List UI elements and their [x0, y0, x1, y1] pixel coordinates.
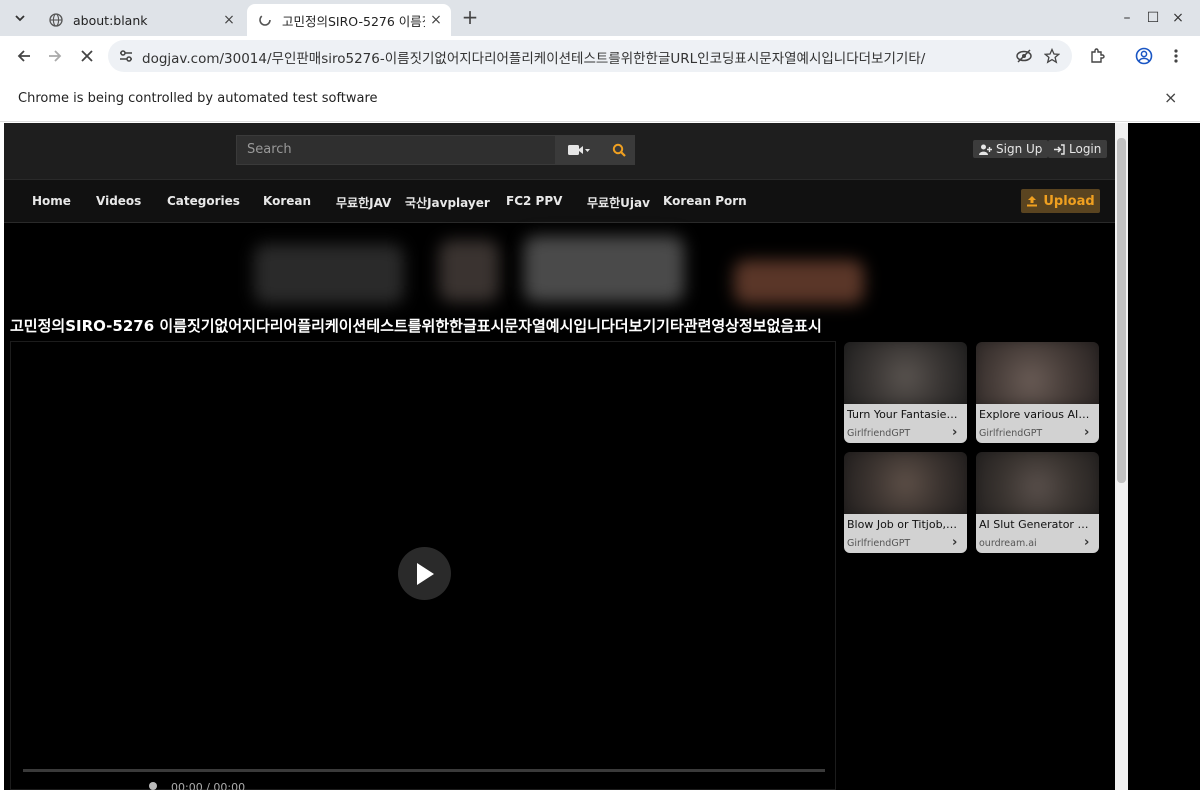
puzzle-icon — [1091, 48, 1105, 63]
eye-off-icon[interactable] — [1014, 46, 1034, 66]
nav-jav[interactable]: 무료한JAV — [336, 194, 391, 211]
ad-thumbnail — [844, 452, 967, 520]
upload-label: Upload — [1043, 193, 1095, 209]
ad-banner[interactable] — [234, 226, 884, 312]
loading-icon — [257, 12, 273, 28]
chevron-right-icon: › — [1084, 535, 1090, 550]
ad-title: AI Slut Generator - ... — [979, 518, 1091, 531]
progress-bar[interactable] — [23, 769, 825, 772]
close-icon — [81, 50, 93, 62]
chevron-right-icon: › — [1084, 425, 1090, 440]
automation-message: Chrome is being controlled by automated … — [18, 91, 378, 106]
minimize-button[interactable]: – — [1117, 8, 1137, 28]
tab-title: 고민정의SIRO-5276 이름짓기없어지다리 — [282, 13, 425, 29]
arrow-right-icon — [49, 50, 62, 62]
ad-title: Explore various AI ... — [979, 408, 1091, 421]
ad-card[interactable]: AI Slut Generator - ... ourdream.ai › — [976, 452, 1099, 553]
address-bar[interactable]: dogjav.com/30014/무인판매siro5276-이름짓기없어지다리어… — [108, 40, 1072, 72]
chevron-right-icon: › — [952, 535, 958, 550]
tab-strip: about:blank × 고민정의SIRO-5276 이름짓기없어지다리 × … — [0, 0, 1200, 36]
ad-thumbnail — [976, 452, 1099, 520]
sign-in-icon — [1054, 143, 1065, 155]
nav-javplayer[interactable]: 국산Javplayer — [405, 194, 490, 211]
maximize-button[interactable]: ☐ — [1143, 8, 1163, 28]
site-settings-icon[interactable] — [118, 48, 134, 64]
nav-fc2-ppv[interactable]: FC2 PPV — [506, 194, 562, 208]
user-plus-icon — [979, 144, 992, 155]
ad-card[interactable]: Turn Your Fantasies... GirlfriendGPT › — [844, 342, 967, 443]
tab-about-blank[interactable]: about:blank × — [38, 4, 244, 36]
search-input[interactable]: Search — [236, 135, 556, 165]
infobar-close-button[interactable]: × — [1164, 88, 1177, 107]
nav-home[interactable]: Home — [32, 194, 71, 208]
scrubber-handle[interactable] — [149, 782, 157, 790]
chevron-down-icon — [15, 15, 25, 22]
upload-icon — [1027, 196, 1038, 207]
new-tab-button[interactable]: + — [458, 6, 482, 30]
main-nav: Home Videos Categories Korean 무료한JAV 국산J… — [4, 179, 1115, 223]
extensions-button[interactable] — [1083, 42, 1111, 70]
video-player[interactable]: 00:00 / 00:00 — [10, 341, 836, 790]
account-icon — [1135, 47, 1153, 65]
forward-button[interactable] — [41, 42, 69, 70]
automation-infobar: Chrome is being controlled by automated … — [0, 76, 1200, 122]
play-icon — [416, 562, 434, 585]
ad-source: GirlfriendGPT — [847, 428, 911, 439]
ad-thumbnail — [976, 342, 1099, 410]
tab-search-button[interactable] — [8, 6, 32, 30]
tab-active[interactable]: 고민정의SIRO-5276 이름짓기없어지다리 × — [247, 4, 451, 36]
ad-source: GirlfriendGPT — [847, 538, 911, 549]
site-header: Search Sign Up Login — [4, 123, 1115, 179]
ad-title: Turn Your Fantasies... — [847, 408, 959, 421]
nav-categories[interactable]: Categories — [167, 194, 240, 208]
page-viewport: Search Sign Up Login Home Videos Categor… — [4, 123, 1115, 790]
login-label: Login — [1069, 142, 1102, 156]
browser-menu-button[interactable] — [1162, 42, 1190, 70]
tab-close-icon[interactable]: × — [218, 12, 240, 28]
ad-thumbnail — [844, 342, 967, 410]
chevron-right-icon: › — [952, 425, 958, 440]
ad-title: Blow Job or Titjob, ... — [847, 518, 959, 531]
browser-toolbar: dogjav.com/30014/무인판매siro5276-이름짓기없어지다리어… — [0, 36, 1200, 76]
tab-close-icon[interactable]: × — [425, 12, 447, 28]
time-display: 00:00 / 00:00 — [171, 781, 246, 790]
scrollbar-thumb[interactable] — [1117, 138, 1126, 483]
tab-title: about:blank — [73, 12, 148, 28]
nav-korean-porn[interactable]: Korean Porn — [663, 194, 747, 208]
play-button[interactable] — [398, 547, 451, 600]
ad-card[interactable]: Blow Job or Titjob, ... GirlfriendGPT › — [844, 452, 967, 553]
ad-source: GirlfriendGPT — [979, 428, 1043, 439]
nav-ujav[interactable]: 무료한Ujav — [587, 194, 650, 211]
globe-icon — [48, 12, 64, 28]
search-button[interactable] — [602, 135, 635, 165]
arrow-left-icon — [17, 50, 30, 62]
ad-card[interactable]: Explore various AI ... GirlfriendGPT › — [976, 342, 1099, 443]
kebab-menu-icon — [1174, 49, 1178, 63]
page-margin — [1128, 123, 1200, 790]
ad-source: ourdream.ai — [979, 538, 1037, 549]
star-icon[interactable] — [1042, 46, 1062, 66]
signup-label: Sign Up — [996, 142, 1043, 156]
video-title: 고민정의SIRO-5276 이름짓기없어지다리어플리케이션테스트를위한한글표시문… — [10, 317, 822, 335]
upload-button[interactable]: Upload — [1021, 189, 1100, 213]
nav-videos[interactable]: Videos — [96, 194, 141, 208]
profile-button[interactable] — [1130, 42, 1158, 70]
url-text: dogjav.com/30014/무인판매siro5276-이름짓기없어지다리어… — [142, 51, 926, 67]
close-window-button[interactable]: × — [1168, 8, 1188, 28]
back-button[interactable] — [10, 42, 38, 70]
login-button[interactable]: Login — [1048, 140, 1108, 158]
video-search-dropdown[interactable] — [556, 135, 602, 165]
video-camera-icon — [568, 145, 590, 155]
signup-button[interactable]: Sign Up — [973, 140, 1049, 158]
search-icon — [612, 143, 626, 157]
stop-loading-button[interactable] — [73, 42, 101, 70]
nav-korean[interactable]: Korean — [263, 194, 311, 208]
